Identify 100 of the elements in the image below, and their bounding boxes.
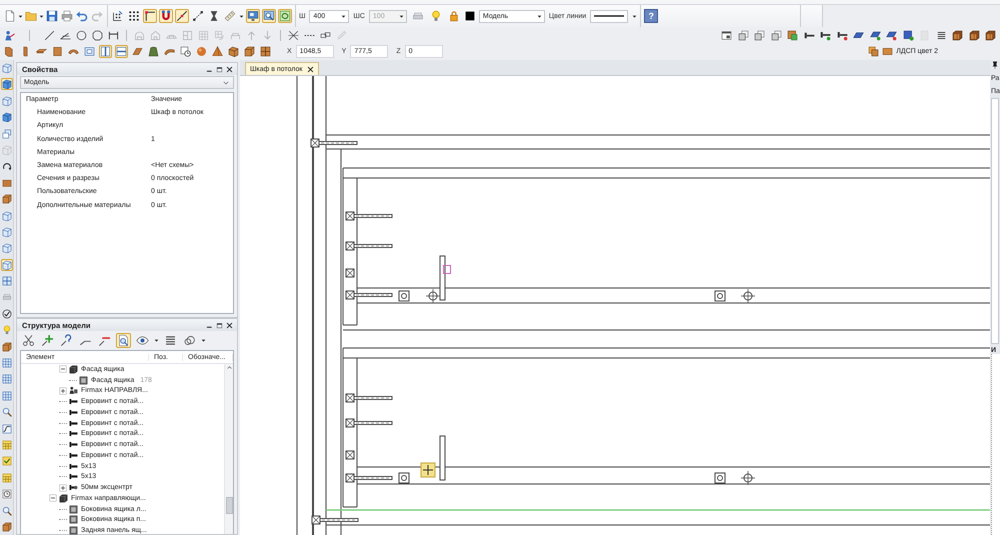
wood-box-icon[interactable] bbox=[0, 520, 12, 533]
screw-icon bbox=[69, 408, 78, 417]
cube-icon[interactable] bbox=[0, 242, 12, 254]
square-panel-icon[interactable] bbox=[51, 45, 64, 58]
horizontal-divider-icon[interactable] bbox=[115, 45, 128, 58]
axis-lines-icon[interactable] bbox=[287, 28, 300, 42]
plus-branch-icon[interactable] bbox=[40, 333, 55, 348]
maximize-icon[interactable] bbox=[216, 322, 223, 328]
cabinet-icon[interactable] bbox=[259, 45, 272, 58]
maximize-icon[interactable] bbox=[216, 66, 223, 72]
parallelogram-remove-icon[interactable] bbox=[885, 28, 898, 42]
cabinet-icon[interactable] bbox=[951, 28, 964, 42]
collapse-toggle-icon[interactable] bbox=[49, 494, 57, 502]
curve-tile-icon[interactable] bbox=[0, 422, 12, 435]
magnifier-icon[interactable] bbox=[0, 504, 12, 517]
pyramid-icon[interactable] bbox=[211, 45, 224, 58]
parallelogram-plus-icon[interactable] bbox=[868, 28, 882, 42]
dimension-icon[interactable] bbox=[107, 28, 120, 42]
window-grid-icon[interactable] bbox=[0, 275, 12, 288]
close-icon[interactable] bbox=[307, 66, 314, 72]
grid-panel-icon[interactable] bbox=[0, 357, 12, 370]
copy-icon[interactable] bbox=[753, 28, 766, 42]
table-tile-icon[interactable] bbox=[0, 438, 12, 451]
table-tile-icon[interactable] bbox=[0, 472, 12, 484]
cabinet-icon[interactable] bbox=[968, 28, 980, 42]
cube-icon[interactable] bbox=[0, 94, 12, 107]
dropdown-arrow-icon[interactable] bbox=[39, 14, 44, 18]
undo-arrow-icon[interactable] bbox=[75, 9, 89, 23]
color-swatch-icon bbox=[464, 11, 475, 21]
wood-box-icon[interactable] bbox=[0, 340, 12, 353]
corner-snap-icon[interactable] bbox=[143, 9, 157, 23]
frame-clock-icon[interactable] bbox=[179, 45, 192, 58]
arrows-window-icon[interactable] bbox=[278, 9, 292, 23]
solid-cube-icon[interactable] bbox=[0, 111, 12, 124]
expand-toggle-icon[interactable] bbox=[59, 386, 67, 395]
dropdown-arrow-icon[interactable] bbox=[154, 338, 159, 343]
magnifier-window-icon[interactable] bbox=[262, 9, 276, 23]
copy-icon[interactable] bbox=[770, 28, 782, 42]
screw-icon bbox=[69, 429, 78, 438]
wood-box-icon[interactable] bbox=[0, 193, 12, 206]
figure-arrow-icon[interactable] bbox=[3, 28, 16, 42]
collapse-toggle-icon[interactable] bbox=[59, 365, 67, 374]
cube-icon[interactable] bbox=[0, 258, 12, 271]
screw-icon bbox=[69, 462, 78, 471]
grid-panel-icon[interactable] bbox=[0, 373, 12, 386]
dropdown-arrow-icon[interactable] bbox=[632, 14, 638, 18]
wood-box-icon[interactable] bbox=[243, 45, 256, 58]
monitor-icon[interactable] bbox=[246, 9, 260, 23]
screw-icon bbox=[69, 472, 78, 482]
curved-arrow-icon[interactable] bbox=[0, 160, 12, 172]
overlapping-squares-icon[interactable] bbox=[786, 28, 799, 42]
snap-cursor-icon bbox=[420, 462, 436, 478]
pin-icon[interactable] bbox=[991, 61, 999, 69]
check-circle-icon[interactable] bbox=[0, 308, 12, 320]
square-plus-icon[interactable] bbox=[902, 28, 914, 42]
clock-tile-icon[interactable] bbox=[0, 488, 12, 500]
dropdown-arrow-icon[interactable] bbox=[239, 14, 244, 18]
tilted-panel-icon[interactable] bbox=[131, 45, 144, 58]
cube-icon[interactable] bbox=[0, 62, 12, 74]
dropdown-arrow-icon[interactable] bbox=[201, 338, 206, 343]
vertical-scrollbar[interactable] bbox=[224, 364, 233, 534]
screw-icon bbox=[69, 440, 78, 450]
tilted-box-icon[interactable] bbox=[227, 45, 240, 58]
cube-icon[interactable] bbox=[0, 210, 12, 222]
grid-panel-icon[interactable] bbox=[0, 390, 12, 402]
dropdown-arrow-icon[interactable] bbox=[18, 14, 23, 18]
grid-snap-icon[interactable] bbox=[111, 9, 125, 23]
circle-tool-icon[interactable] bbox=[75, 28, 88, 42]
scrollbar-thumb[interactable] bbox=[226, 497, 232, 514]
window-icon[interactable] bbox=[720, 28, 733, 42]
dot-grid-icon[interactable] bbox=[127, 9, 141, 23]
expand-toggle-icon[interactable] bbox=[59, 484, 67, 492]
line-tool-icon[interactable] bbox=[43, 28, 56, 42]
help-button[interactable]: ? bbox=[644, 9, 658, 23]
trapezoid-icon[interactable] bbox=[147, 45, 160, 58]
printer-icon[interactable] bbox=[60, 9, 74, 23]
document-magnifier-icon[interactable] bbox=[116, 333, 131, 348]
polygon-tool-icon[interactable] bbox=[91, 28, 104, 42]
save-icon[interactable] bbox=[45, 9, 59, 23]
panel-part-icon bbox=[79, 376, 88, 385]
vertical-divider-icon[interactable] bbox=[99, 45, 112, 58]
rings-icon[interactable] bbox=[182, 333, 197, 348]
magnifier-icon[interactable] bbox=[0, 406, 12, 418]
cabinet-icon[interactable] bbox=[984, 28, 997, 42]
overlapping-squares-icon[interactable] bbox=[868, 46, 880, 57]
stacked-squares-icon[interactable] bbox=[0, 128, 12, 140]
hook-branch-icon[interactable] bbox=[59, 333, 74, 348]
line-snap-icon[interactable] bbox=[175, 9, 189, 23]
line-style-dropdown[interactable] bbox=[590, 10, 628, 22]
solid-cube-icon[interactable] bbox=[0, 78, 12, 90]
copy-icon[interactable] bbox=[736, 28, 750, 42]
window-pane-icon[interactable] bbox=[83, 45, 96, 58]
dotted-line-icon[interactable] bbox=[191, 9, 205, 23]
cube-icon[interactable] bbox=[0, 226, 12, 238]
close-icon[interactable] bbox=[226, 66, 233, 72]
check-tile-icon[interactable] bbox=[0, 455, 12, 468]
scissors-icon[interactable] bbox=[21, 333, 36, 348]
magnet-icon[interactable] bbox=[159, 9, 173, 23]
new-file-icon[interactable] bbox=[3, 9, 17, 23]
close-icon[interactable] bbox=[226, 322, 233, 328]
